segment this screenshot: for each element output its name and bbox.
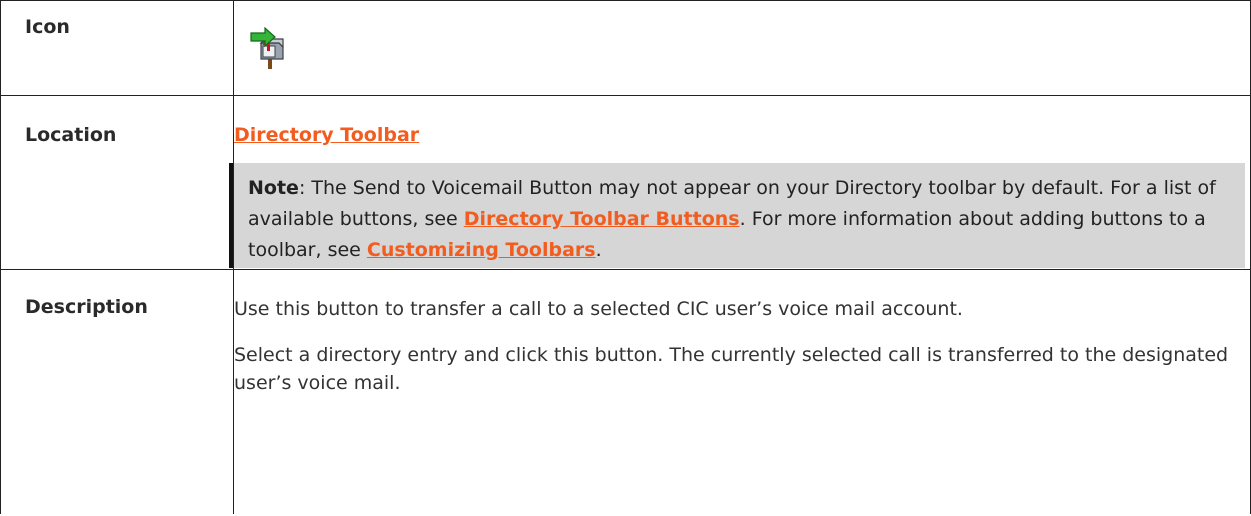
note-heading: Note	[248, 177, 299, 199]
icon-row: Icon	[0, 0, 1251, 96]
icon-value-cell	[233, 0, 1251, 96]
icon-label: Icon	[25, 16, 70, 38]
description-paragraph-1: Use this button to transfer a call to a …	[234, 298, 963, 320]
note-text-3: .	[595, 239, 602, 261]
directory-toolbar-buttons-link[interactable]: Directory Toolbar Buttons	[464, 208, 740, 230]
location-label-cell: Location	[0, 95, 234, 270]
directory-toolbar-link[interactable]: Directory Toolbar	[234, 124, 419, 146]
note-box: Note: The Send to Voicemail Button may n…	[229, 163, 1245, 268]
location-row: Location Directory Toolbar Note: The Sen…	[0, 95, 1251, 270]
reference-table: Icon Location Directory Toolbar Note: Th…	[0, 0, 1251, 514]
description-row: Description Use this button to transfer …	[0, 269, 1251, 514]
location-value-cell: Directory Toolbar Note: The Send to Voic…	[229, 95, 1251, 270]
description-label-cell: Description	[0, 269, 234, 514]
description-label: Description	[25, 296, 148, 318]
send-to-voicemail-icon	[250, 26, 284, 69]
description-paragraph-2: Select a directory entry and click this …	[234, 344, 1229, 394]
description-value-cell: Use this button to transfer a call to a …	[233, 269, 1251, 514]
location-label: Location	[25, 124, 117, 146]
icon-label-cell: Icon	[0, 0, 234, 96]
customizing-toolbars-link[interactable]: Customizing Toolbars	[367, 239, 596, 261]
